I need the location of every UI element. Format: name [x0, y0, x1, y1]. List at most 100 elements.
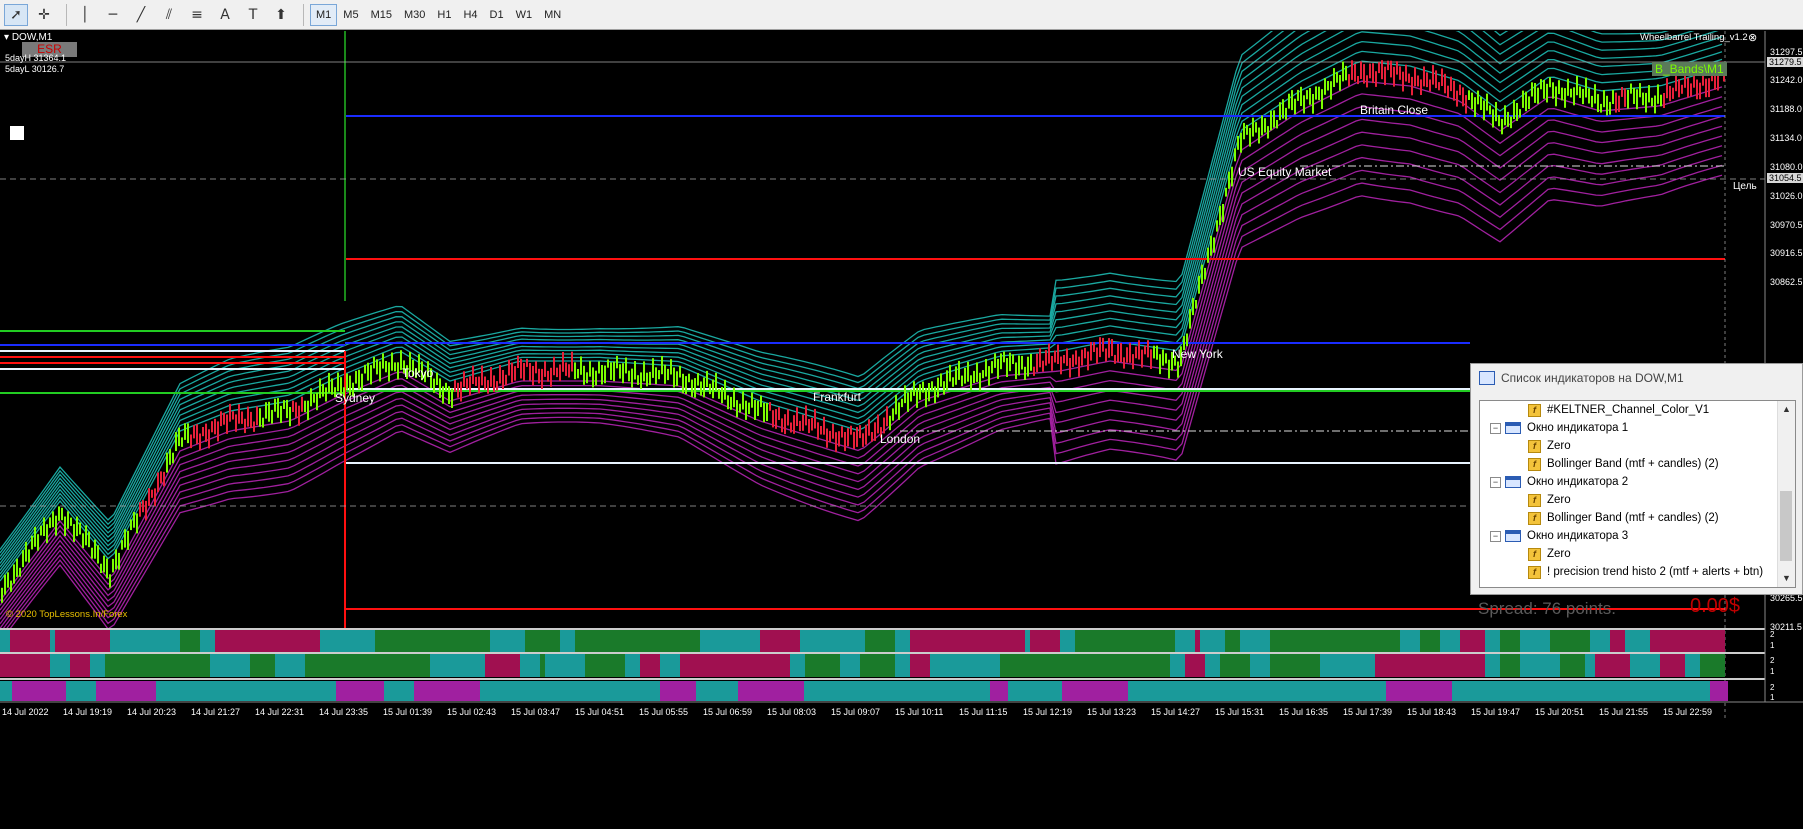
price-tick: 30916.5 [1770, 248, 1803, 258]
histogram-bar [342, 681, 348, 701]
histogram-bar [1680, 681, 1686, 701]
timeframe-m5[interactable]: M5 [337, 4, 364, 26]
tree-item-indicator[interactable]: f #KELTNER_Channel_Color_V1 [1480, 401, 1795, 419]
histogram-bar [1575, 654, 1580, 677]
histogram-bar [650, 630, 655, 652]
histogram-bar [486, 681, 492, 701]
price-chart[interactable]: ▾ DOW,M1 ESR 5dayH 31364.1 5dayL 30126.7… [0, 31, 1803, 829]
histogram-bar [774, 681, 780, 701]
histogram-bar [60, 681, 66, 701]
histogram-bar [66, 681, 72, 701]
timeframe-m15[interactable]: M15 [365, 4, 398, 26]
histogram-bar [1620, 630, 1625, 652]
histogram-bar [155, 654, 160, 677]
histogram-bar [690, 654, 695, 677]
price-tick: 31134.0 [1770, 133, 1802, 143]
histogram-bar [500, 654, 505, 677]
histogram-bar [552, 681, 558, 701]
histogram-bar [1014, 681, 1020, 701]
tree-item-indicator[interactable]: f Zero [1480, 437, 1795, 455]
trendline-icon[interactable]: ╱ [129, 4, 153, 26]
histogram-bar [1140, 681, 1146, 701]
histogram-bar [295, 654, 300, 677]
tree-item-indicator[interactable]: f Zero [1480, 545, 1795, 563]
histogram-bar [1325, 630, 1330, 652]
timeframe-w1[interactable]: W1 [510, 4, 539, 26]
tree-item-window[interactable]: − Окно индикатора 3 [1480, 527, 1795, 545]
shapes-icon[interactable]: ⬆ [269, 4, 293, 26]
histogram-bar [336, 681, 342, 701]
vertical-line-icon[interactable]: │ [73, 4, 97, 26]
timeframe-h1[interactable]: H1 [431, 4, 457, 26]
horizontal-line-icon[interactable]: ─ [101, 4, 125, 26]
histogram-bar [1305, 630, 1310, 652]
histogram-bar [1385, 654, 1390, 677]
histogram-bar [290, 654, 295, 677]
histogram-bar [168, 681, 174, 701]
timeframe-d1[interactable]: D1 [484, 4, 510, 26]
histogram-bar [495, 654, 500, 677]
histogram-bar [305, 654, 310, 677]
tree-item-indicator[interactable]: f Zero [1480, 491, 1795, 509]
histogram-bar [45, 630, 50, 652]
channel-icon[interactable]: ⫽ [157, 4, 181, 26]
histogram-bar [1535, 630, 1540, 652]
label-icon[interactable]: T [241, 4, 265, 26]
tree-item-indicator[interactable]: f Bollinger Band (mtf + candles) (2) [1480, 509, 1795, 527]
timeframe-m1[interactable]: M1 [310, 3, 338, 26]
tree-item-indicator[interactable]: f ! precision trend histo 2 (mtf + alerts… [1480, 563, 1795, 581]
timeframe-h4[interactable]: H4 [457, 4, 483, 26]
subwindow-tick: 2 [1770, 656, 1775, 665]
histogram-bar [320, 630, 325, 652]
histogram-bar [96, 681, 102, 701]
histogram-bar [1155, 630, 1160, 652]
scrollbar-thumb[interactable] [1780, 491, 1792, 561]
histogram-bar [5, 630, 10, 652]
histogram-bar [1285, 654, 1290, 677]
histogram-bar [1605, 630, 1610, 652]
histogram-bar [126, 681, 132, 701]
tree-item-window[interactable]: − Окно индикатора 2 [1480, 473, 1795, 491]
tree-item-indicator[interactable]: f Bollinger Band (mtf + candles) (2) [1480, 455, 1795, 473]
crosshair-icon[interactable]: ✛ [32, 4, 56, 26]
indicator-tree[interactable]: f #KELTNER_Channel_Color_V1 − Окно индикато… [1479, 400, 1796, 588]
histogram-bar [660, 681, 666, 701]
histogram-bar [70, 630, 75, 652]
histogram-bar [1025, 630, 1030, 652]
timeframe-mn[interactable]: MN [538, 4, 567, 26]
histogram-bar [690, 681, 696, 701]
histogram-bar [1250, 630, 1255, 652]
text-icon[interactable]: A [213, 4, 237, 26]
histogram-bar [465, 654, 470, 677]
indicator-window-titlebar[interactable]: Список индикаторов на DOW,M1 [1471, 364, 1802, 392]
timeframe-m30[interactable]: M30 [398, 4, 431, 26]
collapse-icon[interactable]: − [1490, 422, 1501, 434]
histogram-bar [765, 630, 770, 652]
histogram-bar [335, 654, 340, 677]
collapse-icon[interactable]: − [1490, 476, 1501, 488]
histogram-bar [755, 654, 760, 677]
indicator-list-window[interactable]: Список индикаторов на DOW,M1 f #KELTNER_C… [1470, 363, 1803, 595]
collapse-icon[interactable]: − [1490, 530, 1501, 542]
tree-item-window[interactable]: − Окно индикатора 1 [1480, 419, 1795, 437]
histogram-bar [1055, 654, 1060, 677]
histogram-bar [1105, 654, 1110, 677]
histogram-bar [732, 681, 738, 701]
histogram-bar [12, 681, 18, 701]
checkbox-icon[interactable] [10, 126, 24, 140]
tree-scrollbar[interactable]: ▲ ▼ [1777, 401, 1795, 587]
scroll-up-icon[interactable]: ▲ [1778, 401, 1795, 418]
histogram-bar [785, 654, 790, 677]
histogram-bar [950, 630, 955, 652]
session-label: US Equity Market [1238, 165, 1332, 179]
histogram-bar [170, 654, 175, 677]
histogram-bar [1098, 681, 1104, 701]
histogram-bar [700, 654, 705, 677]
histogram-bar [970, 630, 975, 652]
fibonacci-icon[interactable]: ≡ [185, 4, 209, 26]
scroll-down-icon[interactable]: ▼ [1778, 570, 1795, 587]
close-ea-icon[interactable]: ⊗ [1748, 31, 1757, 44]
histogram-bar [1620, 654, 1625, 677]
cursor-icon[interactable]: ➚ [4, 3, 28, 26]
histogram-bar [1345, 654, 1350, 677]
